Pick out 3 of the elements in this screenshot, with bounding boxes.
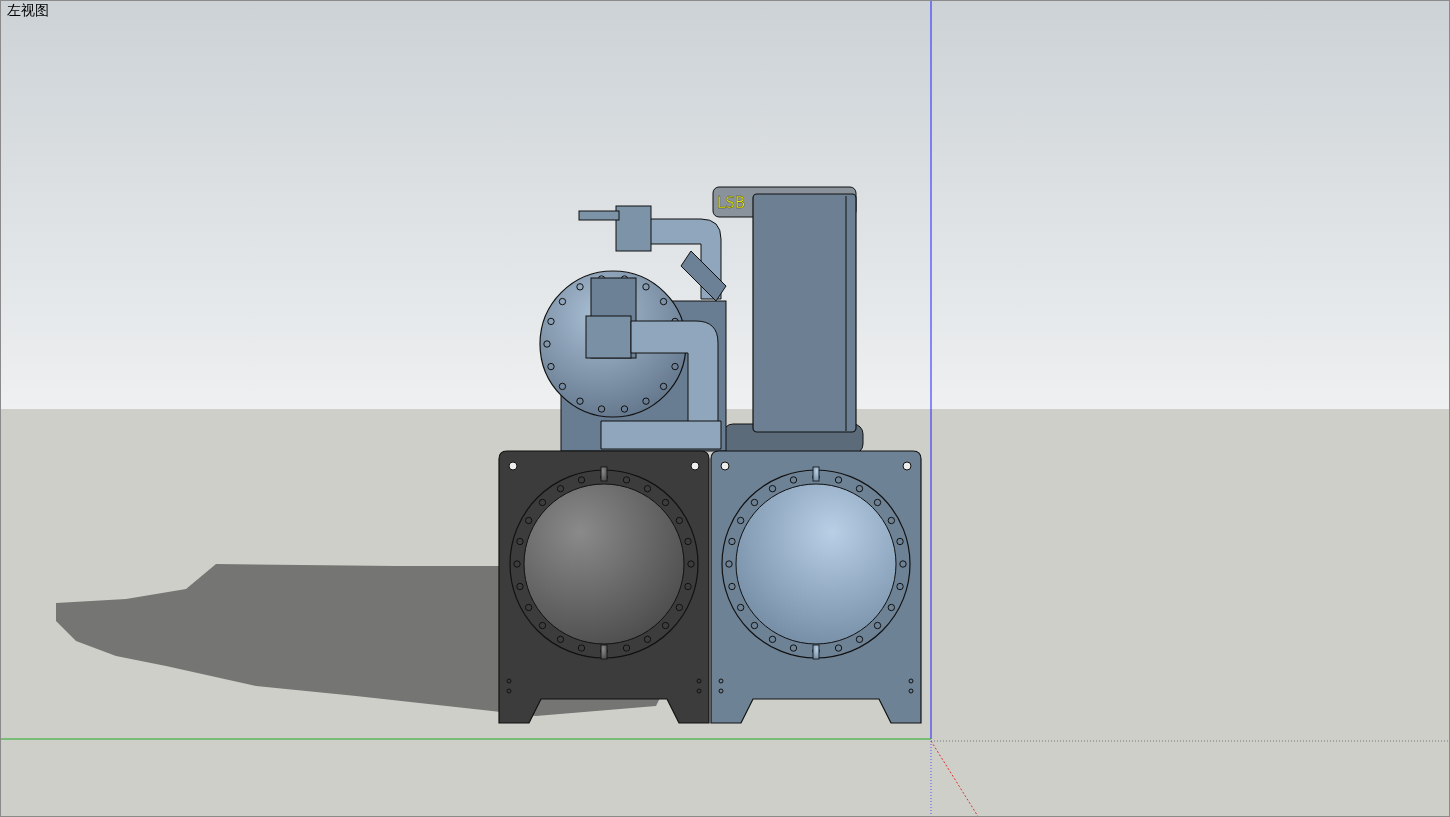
viewport[interactable]: LSB 左视图 bbox=[0, 0, 1450, 817]
view-name-label: 左视图 bbox=[7, 2, 49, 20]
model-label: LSB bbox=[717, 194, 746, 212]
